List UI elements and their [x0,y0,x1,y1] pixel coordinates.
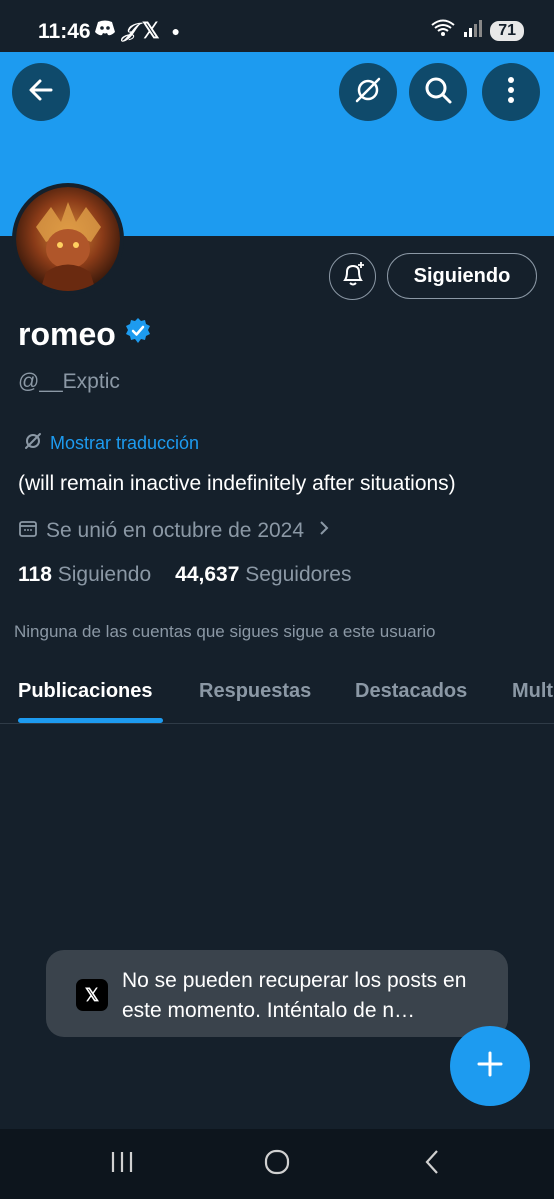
tab-destacados[interactable]: Destacados [355,680,467,703]
following-button[interactable]: Siguiendo [387,253,537,299]
dot-icon: ● [171,23,181,39]
profile-name-row: romeo [18,316,152,353]
profile-bio: (will remain inactive indefinitely after… [18,472,456,495]
battery-indicator: 71 [490,20,524,41]
avatar[interactable] [12,183,124,295]
show-translation-link[interactable]: Mostrar traducción [24,432,199,455]
followers-label: Seguidores [245,563,352,586]
tiktok-icon: 𝒥 [122,19,136,42]
active-tab-indicator [18,718,163,723]
profile-handle: @__Exptic [18,370,120,393]
following-stat[interactable]: 118 Siguiendo [18,563,151,587]
chevron-right-icon [318,519,330,543]
notifications-bell-button[interactable] [329,253,376,300]
arrow-left-icon [27,76,55,109]
system-status: 71 [430,18,524,43]
search-icon [423,75,453,110]
wifi-icon [430,18,456,43]
x-logo-icon: 𝕏 [76,979,108,1011]
tab-publicaciones[interactable]: Publicaciones [18,680,153,703]
followers-stat[interactable]: 44,637 Seguidores [175,563,351,587]
joined-date: Se unió en octubre de 2024 [46,519,305,542]
signal-icon [462,18,484,43]
status-time: 11:46 [38,20,91,43]
more-vertical-icon [507,76,515,109]
verified-badge-icon[interactable] [124,316,152,353]
chevron-left-icon [423,1148,441,1181]
home-circle-icon [263,1148,291,1181]
translate-off-icon [353,75,383,110]
recent-apps-icon [109,1150,135,1179]
more-options-button[interactable] [482,63,540,121]
translate-toggle-button[interactable] [339,63,397,121]
discord-icon [94,19,116,43]
notification-icons: 𝒥 𝕏 ● [94,18,180,44]
toast-message: No se pueden recuperar los posts en este… [122,969,467,1022]
error-toast: 𝕏 No se pueden recuperar los posts en es… [46,950,508,1037]
tab-multimedia[interactable]: Mult [512,680,553,703]
joined-date-row[interactable]: Se unió en octubre de 2024 [18,518,330,544]
compose-post-button[interactable] [450,1026,530,1106]
follow-stats: 118 Siguiendo 44,637 Seguidores [18,563,351,587]
profile-name: romeo [18,316,116,352]
system-back-button[interactable] [420,1147,444,1181]
recent-apps-button[interactable] [108,1147,136,1181]
back-button[interactable] [12,63,70,121]
translate-icon [24,432,42,455]
translate-label: Mostrar traducción [50,433,200,453]
x-logo-icon: 𝕏 [141,18,160,43]
home-button[interactable] [262,1147,292,1181]
status-bar: 11:46 𝒥 𝕏 ● 71 [0,0,554,52]
search-button[interactable] [409,63,467,121]
mutual-followers-note: Ninguna de las cuentas que sigues sigue … [14,622,436,641]
following-label: Siguiendo [57,563,152,586]
tab-respuestas[interactable]: Respuestas [199,680,311,703]
calendar-icon [18,518,38,544]
system-navigation-bar [0,1129,554,1199]
profile-tabs: Publicaciones Respuestas Destacados Mult [0,660,554,724]
plus-icon [475,1049,505,1084]
following-count: 118 [18,563,52,586]
bell-plus-icon [339,260,367,293]
followers-count: 44,637 [175,563,240,586]
